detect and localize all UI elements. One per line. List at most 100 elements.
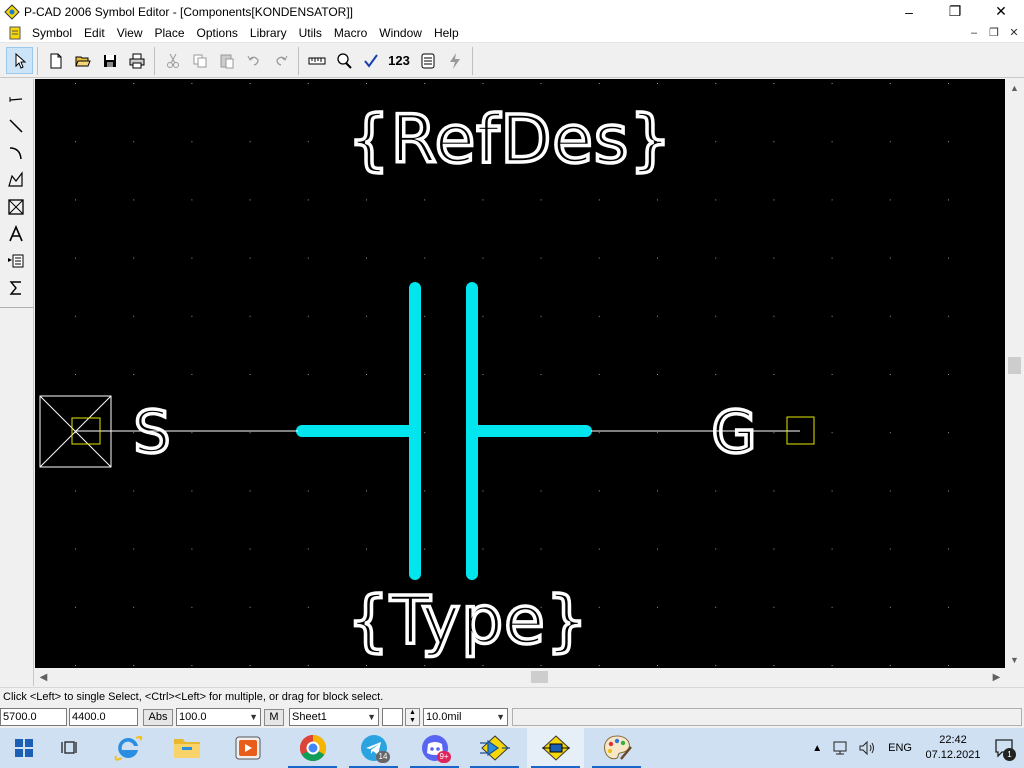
- document-icon[interactable]: [8, 26, 22, 40]
- select-tool-button[interactable]: [6, 47, 33, 74]
- refdes-text[interactable]: {RefDes}: [346, 99, 673, 180]
- place-attribute-button[interactable]: [4, 249, 28, 273]
- grid-dot: [657, 606, 658, 608]
- open-button[interactable]: [69, 47, 96, 74]
- new-button[interactable]: [42, 47, 69, 74]
- grid-dot: [191, 665, 193, 666]
- grid-dot: [598, 315, 600, 317]
- menu-edit[interactable]: Edit: [78, 23, 111, 43]
- place-polygon-button[interactable]: [4, 168, 28, 192]
- mdi-controls: ‒ ❐ ✕: [964, 24, 1024, 42]
- m-button[interactable]: M: [264, 709, 284, 726]
- undo-button[interactable]: [240, 47, 267, 74]
- sheet-combo[interactable]: Sheet1 ▼: [289, 708, 379, 726]
- grid-dot: [598, 432, 600, 434]
- notification-count: 1: [1003, 748, 1016, 761]
- zoom-combo[interactable]: 100.0 ▼: [176, 708, 261, 726]
- pcad-app-icon[interactable]: [4, 3, 20, 20]
- menu-options[interactable]: Options: [191, 23, 244, 43]
- restore-button[interactable]: ❐: [932, 0, 978, 23]
- menu-utils[interactable]: Utils: [293, 23, 328, 43]
- paint-button[interactable]: [588, 728, 645, 768]
- clock[interactable]: 22:42 07.12.2021: [920, 733, 986, 763]
- chrome-button[interactable]: [284, 728, 341, 768]
- internet-explorer-button[interactable]: [99, 728, 156, 768]
- symbol-wizard-button[interactable]: [414, 47, 441, 74]
- redo-button[interactable]: [267, 47, 294, 74]
- grid-dot: [75, 257, 76, 259]
- language-indicator[interactable]: ENG: [888, 742, 912, 754]
- paste-button[interactable]: [213, 47, 240, 74]
- menu-symbol[interactable]: Symbol: [26, 23, 78, 43]
- grid-dot: [598, 490, 600, 492]
- x-coordinate-field[interactable]: 5700.0: [0, 708, 67, 726]
- mdi-close-button[interactable]: ✕: [1004, 24, 1024, 42]
- network-icon[interactable]: [832, 740, 850, 756]
- telegram-button[interactable]: 14: [345, 728, 402, 768]
- place-pin-button[interactable]: [4, 87, 28, 111]
- grid-dot: [366, 199, 367, 201]
- save-button[interactable]: [96, 47, 123, 74]
- place-text-button[interactable]: [4, 222, 28, 246]
- menu-window[interactable]: Window: [373, 23, 428, 43]
- pin-label-g[interactable]: G: [710, 396, 758, 468]
- action-center-button[interactable]: 1: [986, 728, 1024, 768]
- place-field-button[interactable]: [4, 195, 28, 219]
- scroll-right-arrow-icon[interactable]: ▶: [988, 668, 1005, 686]
- grid-dot: [948, 199, 949, 201]
- type-text[interactable]: {Type}: [345, 580, 589, 661]
- vertical-scroll-thumb[interactable]: [1008, 357, 1021, 374]
- grid-combo[interactable]: 10.0mil ▼: [423, 708, 508, 726]
- spin-button[interactable]: ▲ ▼: [405, 708, 420, 726]
- symbol-canvas[interactable]: {RefDes} S G {Type}: [35, 79, 1005, 668]
- lightning-button[interactable]: [441, 47, 468, 74]
- scroll-down-arrow-icon[interactable]: ▼: [1005, 651, 1024, 668]
- close-button[interactable]: ✕: [978, 0, 1024, 23]
- mdi-restore-button[interactable]: ❐: [984, 24, 1004, 42]
- pin-hotspot-left[interactable]: [39, 395, 112, 468]
- grid-dot: [191, 606, 193, 608]
- place-line-button[interactable]: [4, 114, 28, 138]
- renumber-button[interactable]: 123: [384, 47, 414, 74]
- media-player-button[interactable]: [219, 728, 276, 768]
- mdi-minimize-button[interactable]: ‒: [964, 24, 984, 42]
- horizontal-scroll-thumb[interactable]: [531, 671, 548, 683]
- validate-button[interactable]: [357, 47, 384, 74]
- menu-macro[interactable]: Macro: [328, 23, 373, 43]
- menu-view[interactable]: View: [111, 23, 149, 43]
- file-explorer-button[interactable]: [158, 728, 215, 768]
- task-view-button[interactable]: [48, 728, 94, 768]
- grid-dot: [773, 83, 775, 84]
- pcad-schematic-button[interactable]: [466, 728, 523, 768]
- minimize-button[interactable]: –: [886, 0, 932, 23]
- place-ieee-symbol-button[interactable]: [4, 276, 28, 300]
- menu-library[interactable]: Library: [244, 23, 293, 43]
- horizontal-scrollbar[interactable]: ◀ ▶: [35, 668, 1005, 686]
- menu-help[interactable]: Help: [428, 23, 465, 43]
- place-arc-button[interactable]: [4, 141, 28, 165]
- cut-button[interactable]: [159, 47, 186, 74]
- menu-place[interactable]: Place: [149, 23, 191, 43]
- scroll-left-arrow-icon[interactable]: ◀: [35, 668, 52, 686]
- print-button[interactable]: [123, 47, 150, 74]
- grid-dot: [773, 606, 775, 608]
- chevron-up-icon[interactable]: ▲: [812, 743, 822, 754]
- pcad-symbol-editor-button[interactable]: [527, 728, 584, 768]
- y-coordinate-field[interactable]: 4400.0: [69, 708, 138, 726]
- color-swatch-field[interactable]: [382, 708, 403, 726]
- measure-button[interactable]: [303, 47, 330, 74]
- start-button[interactable]: [0, 728, 48, 768]
- grid-dot: [889, 199, 891, 201]
- pin-label-s[interactable]: S: [132, 396, 172, 468]
- grid-dot: [482, 548, 484, 550]
- volume-icon[interactable]: [858, 740, 876, 756]
- grid-dot: [249, 315, 251, 317]
- vertical-scrollbar[interactable]: ▲ ▼: [1005, 79, 1024, 668]
- grid-dot: [831, 374, 833, 375]
- zoom-button[interactable]: [330, 47, 357, 74]
- scroll-up-arrow-icon[interactable]: ▲: [1005, 79, 1024, 96]
- folder-icon: [173, 739, 200, 758]
- abs-button[interactable]: Abs: [143, 709, 173, 726]
- copy-button[interactable]: [186, 47, 213, 74]
- discord-button[interactable]: 9+: [406, 728, 463, 768]
